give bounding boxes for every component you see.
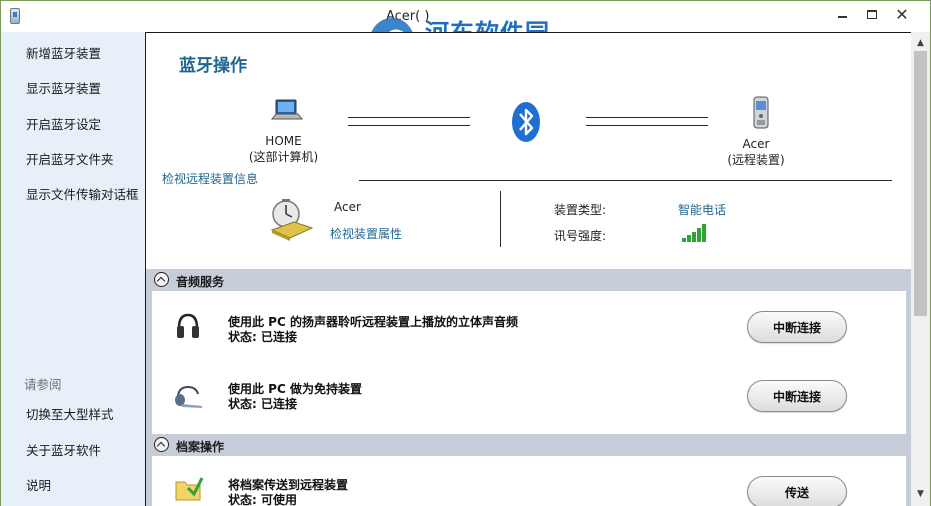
sidebar-item-open-settings[interactable]: 开启蓝牙设定 (26, 114, 101, 133)
headset-icon (175, 385, 202, 408)
service-card-stereo-audio: 使用此 PC 的扬声器聆听远程装置上播放的立体声音频 状态: 已连接 中断连接 (152, 291, 906, 366)
see-also-heading: 请参阅 (24, 377, 62, 392)
view-remote-info-link[interactable]: 检视远程装置信息 (162, 170, 258, 187)
connection-line (586, 117, 708, 118)
connection-line (348, 125, 470, 126)
window-title: Acer( ) (386, 9, 430, 24)
app-window: Acer( ) 河东软件园 www.pc0359.cn ✕ 新增蓝牙装置 显示蓝… (0, 0, 931, 506)
maximize-icon (867, 9, 877, 19)
disconnect-button[interactable]: 中断连接 (747, 311, 847, 343)
device-type-value: 智能电话 (678, 203, 727, 217)
main-pane: 蓝牙操作 HOME (这部计算机) Acer (远程装置) 检视远程装置信息 A… (145, 32, 911, 506)
section-audio-services[interactable]: 音频服务 (146, 269, 911, 291)
section-file-operations-label: 档案操作 (176, 440, 225, 454)
signal-strength-icon (682, 224, 706, 242)
signal-strength-label: 讯号强度: (554, 229, 607, 243)
connection-line (348, 117, 470, 118)
local-device-label: HOME (这部计算机) (236, 133, 331, 165)
connection-line (586, 125, 708, 126)
service-status: 状态: 已连接 (228, 330, 297, 344)
view-device-properties-link[interactable]: 检视装置属性 (330, 225, 402, 242)
section-file-body: 将档案传送到远程装置 状态: 可使用 传送 (146, 456, 911, 506)
collapse-icon[interactable] (154, 272, 169, 287)
maximize-button[interactable] (858, 4, 886, 24)
send-button[interactable]: 传送 (747, 476, 847, 506)
sidebar: 新增蓝牙装置 显示蓝牙装置 开启蓝牙设定 开启蓝牙文件夹 显示文件传输对话框 请… (1, 32, 145, 506)
bluetooth-icon (512, 102, 540, 142)
scroll-down-icon[interactable]: ▼ (914, 487, 927, 500)
local-device-name: HOME (265, 134, 302, 148)
vertical-divider (500, 191, 501, 247)
collapse-icon[interactable] (154, 437, 169, 452)
minimize-button[interactable] (828, 4, 856, 24)
headphones-icon (177, 313, 199, 338)
close-icon: ✕ (895, 4, 909, 24)
remote-device-name: Acer (742, 137, 770, 151)
local-device-subtitle: (这部计算机) (248, 150, 319, 164)
page-title: 蓝牙操作 (179, 56, 247, 76)
remote-device-label: Acer (远程装置) (706, 136, 806, 168)
close-button[interactable]: ✕ (888, 4, 916, 24)
vertical-scrollbar[interactable]: ▲ ▼ (911, 32, 930, 506)
disconnect-button[interactable]: 中断连接 (747, 380, 847, 412)
section-audio-services-label: 音频服务 (176, 275, 225, 289)
device-properties-icon (270, 199, 314, 241)
sidebar-item-file-transfer-dialog[interactable]: 显示文件传输对话框 (26, 184, 139, 203)
remote-device-subtitle: (远程装置) (727, 153, 785, 167)
service-status: 状态: 已连接 (228, 397, 297, 411)
sidebar-item-large-style[interactable]: 切换至大型样式 (26, 404, 114, 423)
sidebar-item-about[interactable]: 关于蓝牙软件 (26, 440, 101, 459)
minimize-icon (837, 16, 847, 18)
service-card-send-file: 将档案传送到远程装置 状态: 可使用 传送 (152, 456, 906, 506)
service-status: 状态: 可使用 (228, 493, 297, 506)
sidebar-item-add-device[interactable]: 新增蓝牙装置 (26, 43, 101, 62)
section-audio-body: 使用此 PC 的扬声器聆听远程装置上播放的立体声音频 状态: 已连接 中断连接 … (146, 291, 911, 435)
service-card-handsfree: 使用此 PC 做为免持装置 状态: 已连接 中断连接 (152, 366, 906, 434)
device-name: Acer (334, 200, 361, 214)
section-file-operations[interactable]: 档案操作 (146, 434, 911, 456)
sidebar-item-show-devices[interactable]: 显示蓝牙装置 (26, 78, 101, 97)
title-bar: Acer( ) 河东软件园 www.pc0359.cn ✕ (1, 1, 930, 65)
scrollbar-thumb[interactable] (914, 51, 927, 316)
scroll-up-icon[interactable]: ▲ (914, 36, 927, 49)
device-type-label: 装置类型: (554, 203, 607, 217)
sidebar-item-help[interactable]: 说明 (26, 475, 51, 494)
laptop-icon (270, 99, 304, 120)
divider (359, 180, 892, 181)
phone-icon (753, 96, 769, 129)
folder-send-icon (175, 477, 204, 501)
app-icon[interactable] (10, 8, 20, 24)
sidebar-item-open-folder[interactable]: 开启蓝牙文件夹 (26, 149, 114, 168)
